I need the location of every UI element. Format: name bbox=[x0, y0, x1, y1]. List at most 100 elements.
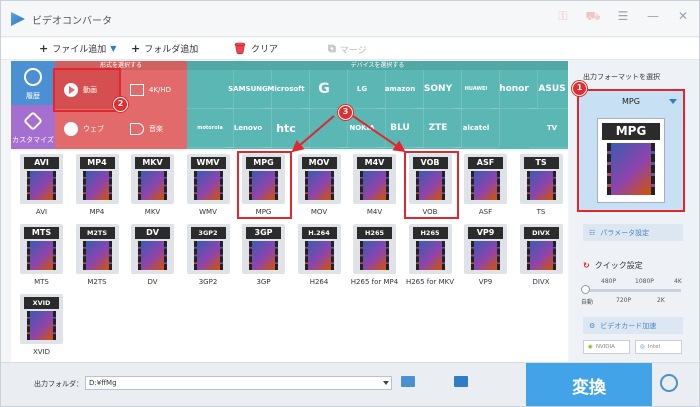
menu-icon[interactable]: ☰ bbox=[615, 9, 631, 25]
speaker-icon bbox=[130, 122, 144, 135]
format-item-asf[interactable]: ASF ASF bbox=[457, 151, 514, 218]
device-alcatel[interactable]: alcatel bbox=[453, 109, 500, 148]
format-item-divx[interactable]: DIVX DIVX bbox=[513, 221, 570, 288]
plus-icon: + bbox=[39, 42, 49, 55]
gpu-acceleration-button[interactable]: ⚙ ビデオカード加速 bbox=[583, 317, 683, 334]
format-item-ts[interactable]: TS TS bbox=[513, 151, 570, 218]
parameter-settings-label: パラメータ設定 bbox=[600, 228, 650, 237]
format-item-xvid[interactable]: XVID XVID bbox=[13, 291, 70, 358]
format-label: AVI bbox=[35, 208, 48, 216]
output-folder-input[interactable]: D:¥ffMg bbox=[85, 376, 392, 390]
web-category[interactable]: ウェブ bbox=[55, 109, 121, 148]
history-label: 履歴 bbox=[26, 92, 40, 100]
format-tile: VP9 bbox=[464, 224, 507, 274]
format-label: M2TS bbox=[87, 278, 107, 286]
format-label: DV bbox=[147, 278, 158, 286]
format-item-avi[interactable]: AVI AVI bbox=[13, 151, 70, 218]
customize-label: カスタマイズ bbox=[12, 136, 54, 144]
format-item-dv[interactable]: DV DV bbox=[124, 221, 181, 288]
format-item-h264[interactable]: H.264 H264 bbox=[291, 221, 348, 288]
highlight-vob bbox=[404, 151, 459, 219]
format-caption: M2TS bbox=[79, 227, 115, 239]
format-item-wmv[interactable]: WMV WMV bbox=[180, 151, 237, 218]
quality-slider-track[interactable] bbox=[585, 289, 681, 292]
selected-format-tile: MPG bbox=[597, 118, 665, 203]
audio-category-label: 音楽 bbox=[149, 124, 163, 133]
browse-folder-icon[interactable] bbox=[401, 376, 415, 387]
film-icon bbox=[193, 241, 223, 270]
film-icon bbox=[304, 171, 334, 200]
format-tile: WMV bbox=[186, 154, 230, 204]
history-tab[interactable]: 履歴 bbox=[11, 61, 55, 105]
format-caption: AVI bbox=[24, 157, 59, 169]
film-icon bbox=[360, 241, 389, 270]
film-icon bbox=[360, 171, 389, 200]
format-item-mkv[interactable]: MKV MKV bbox=[124, 151, 181, 218]
parameter-settings-button[interactable]: ☷ パラメータ設定 bbox=[583, 224, 683, 241]
format-label: ASF bbox=[478, 208, 493, 216]
intel-chip[interactable]: ◎ Intel bbox=[635, 340, 682, 354]
format-tile: ASF bbox=[464, 154, 507, 204]
audio-category[interactable]: 音楽 bbox=[121, 109, 187, 148]
format-item-vp9[interactable]: VP9 VP9 bbox=[457, 221, 514, 288]
film-icon bbox=[249, 241, 278, 270]
nvidia-chip[interactable]: ◉ NVIDIA bbox=[583, 340, 630, 354]
title-bar: ビデオコンバータ ⚿ ⛟ ☰ — ✕ bbox=[1, 1, 699, 37]
format-label: XVID bbox=[32, 348, 51, 356]
nvidia-icon: ◉ bbox=[588, 344, 593, 350]
format-label: H265 for MKV bbox=[405, 278, 455, 286]
add-folder-button[interactable]: + フォルダ追加 bbox=[131, 42, 198, 55]
output-folder-label: 出力フォルダ： bbox=[34, 380, 83, 388]
settings-icon: ☷ bbox=[589, 228, 596, 237]
format-item-h265-for-mp4[interactable]: H265 H265 for MP4 bbox=[346, 221, 403, 288]
device-panel-header: デバイスを選択する bbox=[187, 61, 568, 70]
format-item-mp4[interactable]: MP4 MP4 bbox=[69, 151, 126, 218]
hd-category[interactable]: 4K/HD bbox=[121, 70, 187, 109]
app-title: ビデオコンバータ bbox=[32, 16, 112, 27]
highlight-mpg bbox=[237, 151, 292, 219]
close-icon[interactable]: ✕ bbox=[675, 9, 691, 25]
add-file-button[interactable]: + ファイル追加 ▼ bbox=[39, 42, 116, 55]
clear-button[interactable]: 🗑 クリア bbox=[233, 42, 278, 55]
format-item-3gp[interactable]: 3GP 3GP bbox=[235, 221, 292, 288]
dropdown-arrow-icon[interactable]: ▼ bbox=[110, 44, 116, 53]
window-controls: ⚿ ⛟ ☰ — ✕ bbox=[555, 9, 691, 25]
format-item-m2ts[interactable]: M2TS M2TS bbox=[69, 221, 126, 288]
gpu-icon: ⚙ bbox=[589, 321, 596, 330]
minimize-icon[interactable]: — bbox=[645, 9, 661, 25]
format-item-mov[interactable]: MOV MOV bbox=[291, 151, 348, 218]
selected-format-caption: MPG bbox=[602, 123, 660, 140]
merge-button[interactable]: ⧉ マージ bbox=[328, 42, 367, 56]
alarm-clock-icon[interactable] bbox=[660, 374, 678, 392]
film-icon bbox=[415, 241, 445, 270]
format-item-h265-for-mkv[interactable]: H265 H265 for MKV bbox=[402, 221, 459, 288]
film-icon bbox=[304, 241, 334, 270]
convert-button[interactable]: 変換 bbox=[526, 363, 652, 406]
film-icon bbox=[471, 241, 500, 270]
customize-tab[interactable]: カスタマイズ bbox=[11, 105, 55, 149]
key-icon[interactable]: ⚿ bbox=[555, 9, 571, 25]
format-caption: WMV bbox=[190, 157, 226, 169]
output-format-selector[interactable]: MPG MPG bbox=[577, 89, 685, 212]
format-item-3gp2[interactable]: 3GP2 3GP2 bbox=[180, 221, 237, 288]
quick-settings: ↻ クイック設定 bbox=[583, 260, 643, 271]
quick-settings-label: クイック設定 bbox=[594, 261, 643, 270]
cart-icon[interactable]: ⛟ bbox=[585, 9, 601, 25]
format-tile: H265 bbox=[408, 224, 452, 274]
quality-720p: 720P bbox=[616, 297, 632, 304]
format-label: H265 for MP4 bbox=[350, 278, 399, 286]
film-icon bbox=[607, 143, 655, 195]
nvidia-label: NVIDIA bbox=[595, 344, 615, 350]
format-label: H264 bbox=[309, 278, 329, 286]
step-badge-2: 2 bbox=[113, 97, 128, 112]
format-caption: MTS bbox=[24, 227, 59, 239]
format-item-mts[interactable]: MTS MTS bbox=[13, 221, 70, 288]
quality-slider-handle[interactable] bbox=[581, 285, 590, 294]
quick-icon: ↻ bbox=[583, 261, 590, 270]
format-item-m4v[interactable]: M4V M4V bbox=[346, 151, 403, 218]
format-tile: MKV bbox=[131, 154, 174, 204]
open-folder-icon[interactable] bbox=[454, 376, 468, 387]
format-label: MOV bbox=[310, 208, 328, 216]
chevron-down-icon bbox=[669, 99, 677, 104]
dropdown-arrow-icon[interactable] bbox=[383, 381, 389, 385]
